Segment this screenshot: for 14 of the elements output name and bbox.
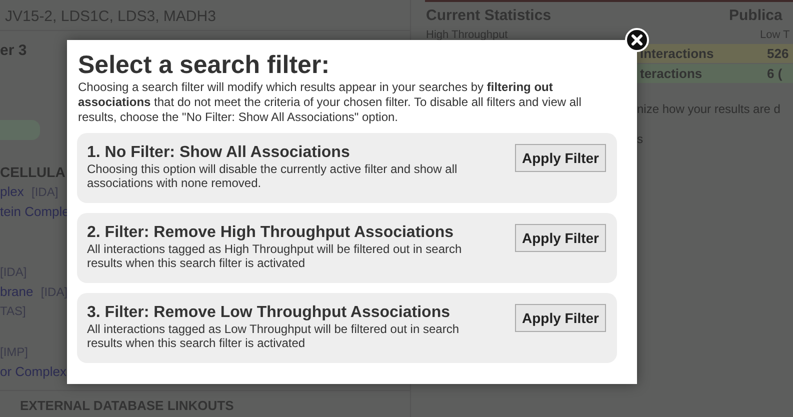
- filter-description: All interactions tagged as High Throughput will be filtered out in search results when this search filter is activated: [87, 242, 463, 270]
- apply-filter-button[interactable]: Apply Filter: [514, 224, 606, 252]
- filter-description: All interactions tagged as Low Throughput will be filtered out in search results when this search filter is activated: [87, 322, 460, 350]
- filter-title: 3. Filter: Remove Low Throughput Associations: [87, 303, 451, 322]
- dialog-description: Choosing a search filter will modify which results appear in your searches by filtering out associations that do not meet the criteria of your chosen filter. To disable all filters and view all results, choose the "No Filter: Show All Associations" option.: [78, 80, 582, 125]
- apply-filter-button[interactable]: Apply Filter: [514, 144, 606, 172]
- apply-filter-button[interactable]: Apply Filter: [514, 304, 606, 332]
- dialog-title: Select a search filter:: [78, 50, 331, 80]
- row-value: 526: [767, 46, 789, 61]
- filter-title: 2. Filter: Remove High Throughput Associations: [87, 223, 455, 242]
- row-label: teractions: [640, 66, 702, 81]
- row-label: Interactions: [640, 46, 714, 61]
- filter-description: Choosing this option will disable the currently active filter and show all associations with none removed.: [87, 162, 458, 190]
- filter-title: 1. No Filter: Show All Associations: [87, 143, 351, 162]
